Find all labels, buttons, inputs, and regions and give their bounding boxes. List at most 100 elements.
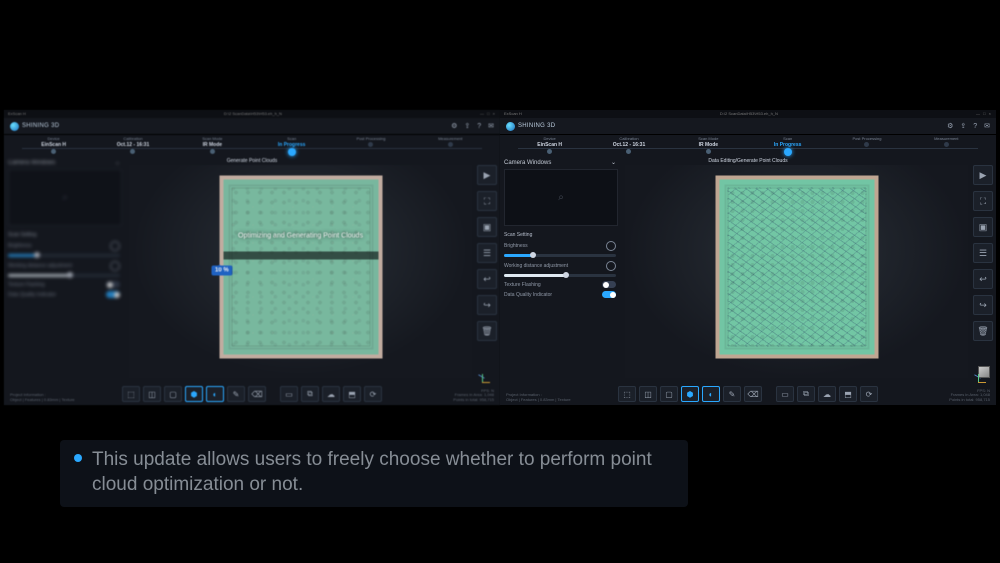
gear-icon[interactable]: ⚙ xyxy=(451,122,457,130)
dqi-row: Data Quality Indicator xyxy=(504,291,616,298)
brightness-slider[interactable] xyxy=(504,254,616,257)
info-icon[interactable] xyxy=(606,241,616,251)
camera-windows-header[interactable]: Camera Windows⌄ xyxy=(504,159,616,166)
tool-9[interactable]: ⧉ xyxy=(797,386,815,402)
tool-10[interactable]: ☁ xyxy=(818,386,836,402)
share-icon[interactable]: ⇪ xyxy=(960,122,966,130)
brightness-row: Brightness xyxy=(504,241,616,251)
tool-3[interactable]: ▢ xyxy=(660,386,678,402)
tool-4[interactable]: ⬢ xyxy=(185,386,203,402)
tool-6[interactable]: ✎ xyxy=(227,386,245,402)
gear-icon[interactable]: ⚙ xyxy=(947,122,953,130)
orientation-gizmo[interactable] xyxy=(474,366,494,386)
step-device[interactable]: DeviceEinScan H xyxy=(14,136,93,156)
tool-4[interactable]: ⬢ xyxy=(681,386,699,402)
delete-button[interactable]: 🗑 xyxy=(973,321,993,341)
bottom-toolbar: ⬚ ◫ ▢ ⬢ ◐ ✎ ⌫ ▭ ⧉ ☁ ⬒ ⟳ xyxy=(618,386,878,402)
texture-flashing-row: Texture Flashing xyxy=(8,281,120,288)
tool-7[interactable]: ⌫ xyxy=(744,386,762,402)
tool-1[interactable]: ⬚ xyxy=(618,386,636,402)
play-button[interactable]: ▶ xyxy=(973,165,993,185)
brand-logo-icon xyxy=(506,122,515,131)
step-measurement[interactable]: Measurement xyxy=(907,136,986,156)
message-icon[interactable]: ✉ xyxy=(488,122,494,130)
dqi-toggle[interactable] xyxy=(602,291,616,298)
layers-icon[interactable]: ☰ xyxy=(973,243,993,263)
texture-flashing-row: Texture Flashing xyxy=(504,281,616,288)
window-titlebar: ExScan H D:\2 ScanData\H53\H53.eh_h_N — … xyxy=(4,110,500,118)
camera-preview: ⌕ xyxy=(8,169,122,226)
titlebar-path: D:\2 ScanData\H53\H53.eh_h_N xyxy=(224,110,282,118)
info-icon[interactable] xyxy=(110,261,120,271)
help-icon[interactable]: ? xyxy=(973,123,977,130)
step-post-processing[interactable]: Post Processing xyxy=(827,136,906,156)
step-device[interactable]: DeviceEinScan H xyxy=(510,136,589,156)
wda-slider[interactable] xyxy=(504,274,616,277)
layers-icon[interactable]: ☰ xyxy=(477,243,497,263)
texture-flashing-toggle[interactable] xyxy=(106,281,120,288)
tool-11[interactable]: ⬒ xyxy=(343,386,361,402)
step-calibration[interactable]: CalibrationOct.12 - 16:31 xyxy=(589,136,668,156)
scan-viewport[interactable] xyxy=(625,165,968,378)
brand-text: SHINING 3D xyxy=(518,123,555,129)
window-controls[interactable]: — □ × xyxy=(480,110,496,118)
step-scan-mode[interactable]: Scan ModeIR Mode xyxy=(669,136,748,156)
tool-12[interactable]: ⟳ xyxy=(364,386,382,402)
brightness-row: Brightness xyxy=(8,241,120,251)
tool-12[interactable]: ⟳ xyxy=(860,386,878,402)
scanned-object-preview: Optimizing and Generating Point Clouds 1… xyxy=(219,176,382,359)
tool-2[interactable]: ◫ xyxy=(143,386,161,402)
bbox-icon[interactable]: ▣ xyxy=(973,217,993,237)
window-controls[interactable]: — □ × xyxy=(976,110,992,118)
step-scan[interactable]: ScanIn Progress xyxy=(748,136,827,156)
step-measurement[interactable]: Measurement xyxy=(411,136,490,156)
redo-button[interactable]: ↪ xyxy=(973,295,993,315)
scan-viewport[interactable]: Optimizing and Generating Point Clouds 1… xyxy=(129,165,472,378)
redo-button[interactable]: ↪ xyxy=(477,295,497,315)
fullscreen-icon[interactable]: ⛶ xyxy=(973,191,993,211)
play-button[interactable]: ▶ xyxy=(477,165,497,185)
bbox-icon[interactable]: ▣ xyxy=(477,217,497,237)
texture-flashing-toggle[interactable] xyxy=(602,281,616,288)
wda-slider[interactable] xyxy=(8,274,120,277)
tool-11[interactable]: ⬒ xyxy=(839,386,857,402)
step-post-processing[interactable]: Post Processing xyxy=(331,136,410,156)
tool-6[interactable]: ✎ xyxy=(723,386,741,402)
info-icon[interactable] xyxy=(606,261,616,271)
dqi-toggle[interactable] xyxy=(106,291,120,298)
undo-button[interactable]: ↩ xyxy=(973,269,993,289)
step-calibration[interactable]: CalibrationOct.12 - 16:31 xyxy=(93,136,172,156)
project-info: Project Information :Object | Features |… xyxy=(506,393,571,403)
camera-preview: ⌕ xyxy=(504,169,618,226)
wda-row: Working distance adjustment xyxy=(8,261,120,271)
tool-2[interactable]: ◫ xyxy=(639,386,657,402)
fullscreen-icon[interactable]: ⛶ xyxy=(477,191,497,211)
dqi-row: Data Quality Indicator xyxy=(8,291,120,298)
delete-button[interactable]: 🗑 xyxy=(477,321,497,341)
info-icon[interactable] xyxy=(110,241,120,251)
tool-10[interactable]: ☁ xyxy=(322,386,340,402)
brand-logo: SHINING 3D xyxy=(10,122,59,131)
tool-1[interactable]: ⬚ xyxy=(122,386,140,402)
view-stats: FPS: NFrames in Area: 1,048Points in tot… xyxy=(453,389,494,403)
tool-3[interactable]: ▢ xyxy=(164,386,182,402)
brand-text: SHINING 3D xyxy=(22,123,59,129)
share-icon[interactable]: ⇪ xyxy=(464,122,470,130)
tool-5[interactable]: ◐ xyxy=(702,386,720,402)
view-stats: FPS: NFrames in Area: 1,048Points in tot… xyxy=(949,389,990,403)
step-scan[interactable]: ScanIn Progress xyxy=(252,136,331,156)
message-icon[interactable]: ✉ xyxy=(984,122,990,130)
tool-7[interactable]: ⌫ xyxy=(248,386,266,402)
help-icon[interactable]: ? xyxy=(477,123,481,130)
project-info: Project Information :Object | Features |… xyxy=(10,393,75,403)
tool-5[interactable]: ◐ xyxy=(206,386,224,402)
tool-8[interactable]: ▭ xyxy=(776,386,794,402)
bullet-icon xyxy=(74,454,82,462)
tool-8[interactable]: ▭ xyxy=(280,386,298,402)
brightness-slider[interactable] xyxy=(8,254,120,257)
tool-9[interactable]: ⧉ xyxy=(301,386,319,402)
camera-windows-header[interactable]: Camera Windows⌄ xyxy=(8,159,120,166)
step-scan-mode[interactable]: Scan ModeIR Mode xyxy=(173,136,252,156)
orientation-gizmo[interactable] xyxy=(970,366,990,386)
undo-button[interactable]: ↩ xyxy=(477,269,497,289)
